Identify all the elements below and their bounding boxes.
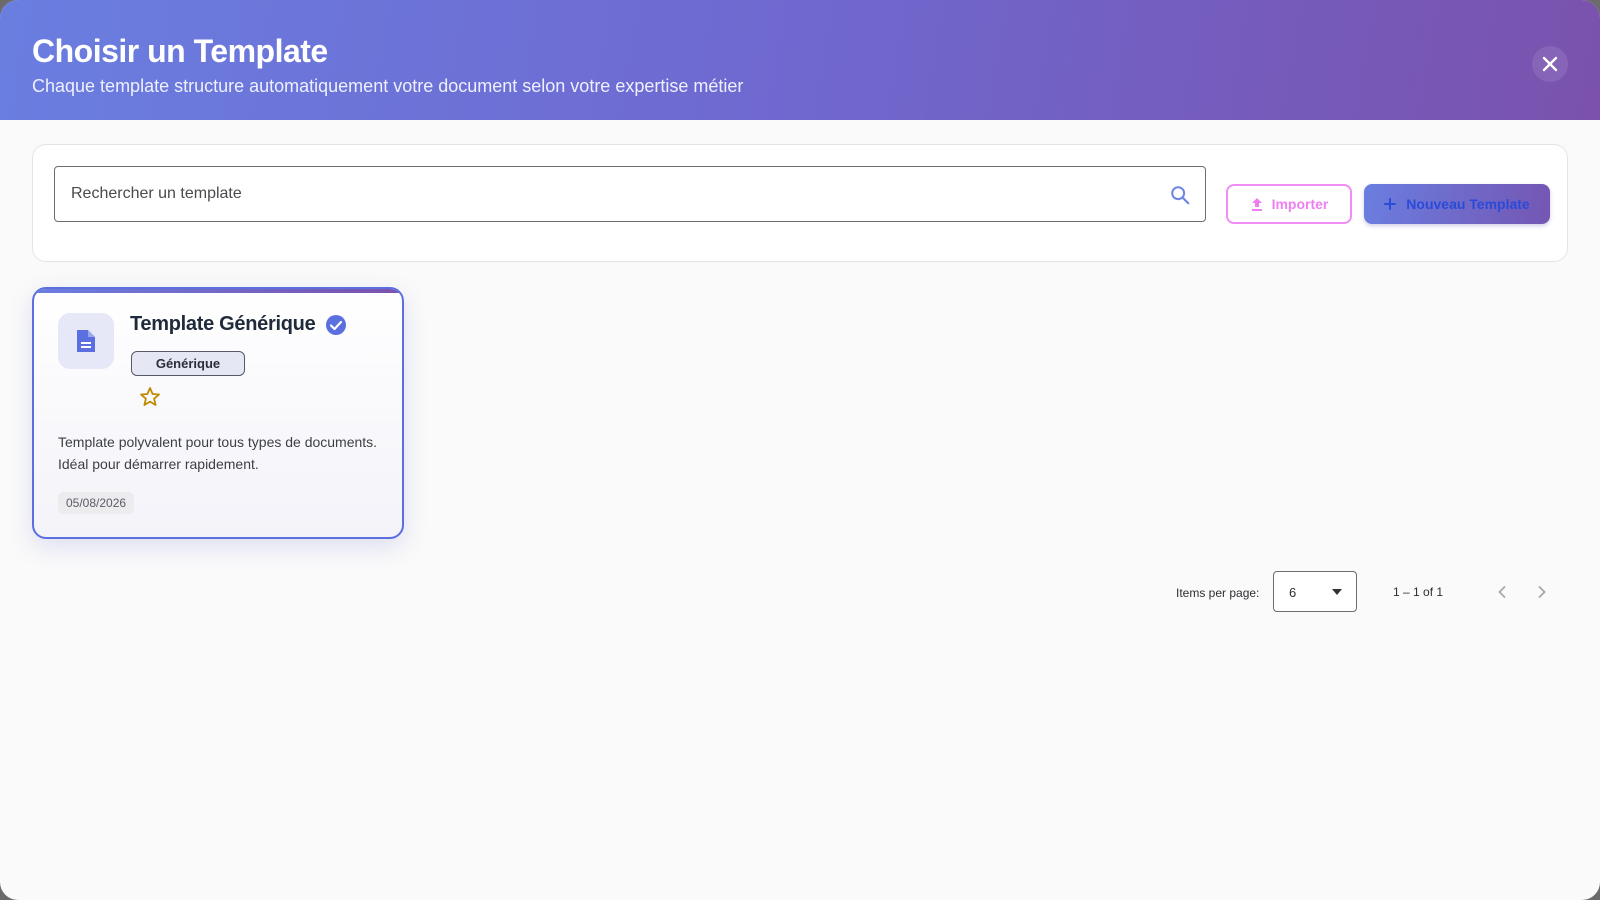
search-icon[interactable] <box>1169 184 1191 206</box>
card-date: 05/08/2026 <box>58 492 135 514</box>
dialog-subtitle: Chaque template structure automatiquemen… <box>32 76 744 96</box>
card-title-row: Template Générique <box>130 313 347 336</box>
chevron-down-icon <box>1332 589 1342 595</box>
close-icon <box>1542 56 1558 72</box>
upload-icon <box>1251 198 1262 211</box>
template-toolbar: Importer Nouveau Template <box>32 144 1568 262</box>
search-field <box>54 166 1206 222</box>
previous-page-button[interactable] <box>1490 580 1514 604</box>
next-page-button[interactable] <box>1530 580 1554 604</box>
items-per-page-select[interactable]: 6 <box>1273 571 1357 612</box>
star-icon[interactable] <box>138 385 162 409</box>
document-icon <box>77 330 95 352</box>
card-description: Template polyvalent pour tous types de d… <box>58 434 378 472</box>
dialog-header: Choisir un Template Chaque template stru… <box>0 0 1600 120</box>
card-icon-tile <box>58 313 114 369</box>
new-template-button[interactable]: Nouveau Template <box>1364 184 1550 224</box>
card-title: Template Générique <box>130 313 316 335</box>
verified-icon <box>326 314 347 335</box>
items-per-page-label: Items per page: <box>1176 586 1260 600</box>
search-input[interactable] <box>55 167 1205 221</box>
plus-icon <box>1384 198 1397 210</box>
import-button[interactable]: Importer <box>1226 184 1352 224</box>
category-badge: Générique <box>131 351 245 376</box>
card-accent-bar <box>34 289 402 293</box>
items-per-page-value: 6 <box>1289 585 1297 600</box>
dialog-title: Choisir un Template <box>32 33 328 69</box>
page-range-label: 1 – 1 of 1 <box>1393 585 1444 599</box>
template-dialog: Choisir un Template Chaque template stru… <box>0 0 1600 900</box>
close-button[interactable] <box>1532 46 1568 82</box>
import-button-label: Importer <box>1271 196 1329 212</box>
new-template-button-label: Nouveau Template <box>1406 196 1530 212</box>
template-card[interactable]: Template Générique Générique Template po… <box>32 287 404 539</box>
paginator: Items per page: 6 1 – 1 of 1 <box>1150 570 1568 614</box>
